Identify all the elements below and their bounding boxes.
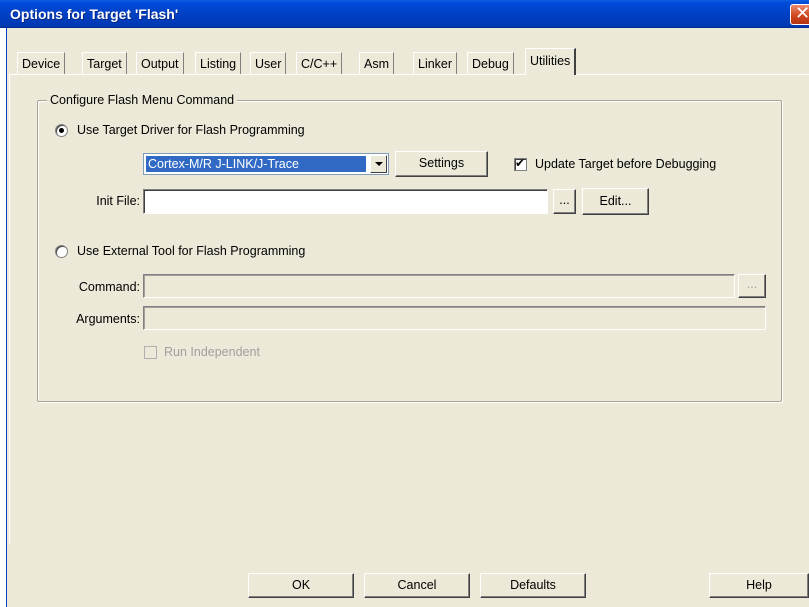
command-label: Command:	[78, 280, 140, 294]
settings-button[interactable]: Settings	[395, 151, 488, 177]
tab-output[interactable]: Output	[136, 52, 184, 74]
help-button[interactable]: Help	[709, 573, 809, 598]
arguments-label: Arguments:	[76, 312, 140, 326]
close-icon: ✕	[795, 3, 809, 24]
checkmark-icon: ✔	[515, 156, 526, 170]
flash-driver-select[interactable]: Cortex-M/R J-LINK/J-Trace	[143, 153, 389, 175]
external-tool-label: Use External Tool for Flash Programming	[77, 244, 306, 258]
ok-button[interactable]: OK	[248, 573, 354, 598]
tab-asm[interactable]: Asm	[359, 52, 394, 74]
command-input[interactable]	[143, 274, 735, 298]
init-file-input[interactable]	[143, 189, 548, 214]
window-title: Options for Target 'Flash'	[10, 6, 179, 22]
tab-device[interactable]: Device	[17, 52, 66, 74]
tab-c-cpp[interactable]: C/C++	[296, 52, 343, 74]
group-title: Configure Flash Menu Command	[47, 93, 238, 107]
tab-utilities[interactable]: Utilities	[525, 48, 577, 75]
flash-driver-value: Cortex-M/R J-LINK/J-Trace	[146, 156, 366, 172]
radio-selected-dot	[59, 128, 64, 133]
chevron-down-icon[interactable]	[370, 155, 387, 173]
cancel-button[interactable]: Cancel	[364, 573, 470, 598]
tab-listing[interactable]: Listing	[195, 52, 242, 74]
command-browse-button[interactable]: ...	[738, 274, 766, 298]
close-button[interactable]: ✕	[790, 3, 809, 25]
edit-button[interactable]: Edit...	[582, 188, 649, 215]
arguments-input[interactable]	[143, 306, 766, 330]
target-driver-label: Use Target Driver for Flash Programming	[77, 123, 305, 137]
tab-user[interactable]: User	[250, 52, 287, 74]
target-driver-radio[interactable]	[55, 124, 68, 137]
update-target-checkbox[interactable]: ✔	[514, 156, 527, 171]
defaults-button[interactable]: Defaults	[480, 573, 586, 598]
tab-target[interactable]: Target	[82, 52, 127, 74]
init-file-browse-button[interactable]: ...	[553, 189, 576, 214]
run-independent-checkbox[interactable]	[144, 346, 157, 359]
init-file-label: Init File:	[96, 194, 140, 208]
tab-debug[interactable]: Debug	[467, 52, 514, 74]
external-tool-radio[interactable]	[55, 245, 68, 258]
run-independent-label: Run Independent	[164, 345, 260, 359]
update-target-label: Update Target before Debugging	[535, 157, 717, 171]
tab-linker[interactable]: Linker	[413, 52, 458, 74]
